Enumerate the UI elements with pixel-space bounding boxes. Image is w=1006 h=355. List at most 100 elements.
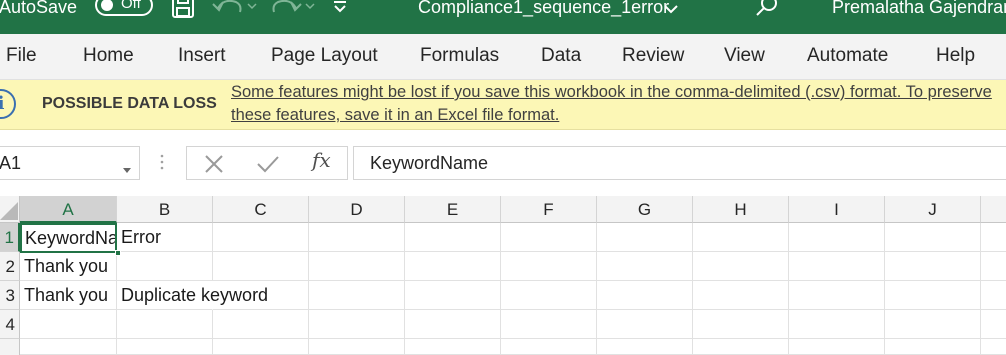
cell-i3[interactable]	[789, 281, 885, 310]
cell-a5[interactable]	[20, 339, 117, 355]
cell-d4[interactable]	[309, 310, 405, 339]
cell-g5[interactable]	[597, 339, 693, 355]
cell-h4[interactable]	[693, 310, 789, 339]
cell-d3[interactable]	[309, 281, 405, 310]
select-all-corner[interactable]	[0, 196, 20, 223]
tab-insert[interactable]: Insert	[178, 45, 226, 67]
cell-b1[interactable]: Error	[117, 223, 213, 252]
cell-h5[interactable]	[693, 339, 789, 355]
tab-data[interactable]: Data	[541, 45, 581, 67]
cell-f1[interactable]	[501, 223, 597, 252]
undo-icon[interactable]	[210, 0, 258, 23]
column-header[interactable]: H	[693, 196, 789, 223]
cell-h2[interactable]	[693, 252, 789, 281]
column-header-partial[interactable]	[981, 196, 1006, 223]
cancel-x-icon[interactable]	[201, 152, 227, 176]
formula-value: KeywordName	[370, 153, 489, 173]
name-box[interactable]: A1	[0, 146, 140, 180]
column-header[interactable]: C	[213, 196, 309, 223]
cell-d2[interactable]	[309, 252, 405, 281]
cell-b2[interactable]	[117, 252, 213, 281]
fill-handle[interactable]	[115, 250, 121, 256]
cell-a2[interactable]: Thank you	[20, 252, 117, 281]
cell-e5[interactable]	[405, 339, 501, 355]
row-header[interactable]: 4	[0, 310, 20, 339]
column-header[interactable]: A	[20, 196, 117, 223]
autosave-toggle[interactable]: Off	[95, 0, 153, 16]
cell-f5[interactable]	[501, 339, 597, 355]
cell-h3[interactable]	[693, 281, 789, 310]
cell-k4[interactable]	[981, 310, 1006, 339]
cell-g4[interactable]	[597, 310, 693, 339]
cell-k2[interactable]	[981, 252, 1006, 281]
cell-a1[interactable]: KeywordName	[20, 223, 117, 253]
redo-icon[interactable]	[268, 0, 316, 23]
cell-k5[interactable]	[981, 339, 1006, 355]
chevron-down-icon[interactable]	[664, 1, 678, 19]
tab-automate[interactable]: Automate	[807, 45, 888, 67]
cell-d5[interactable]	[309, 339, 405, 355]
tab-view[interactable]: View	[724, 45, 765, 67]
tab-page-layout[interactable]: Page Layout	[271, 45, 378, 67]
insert-function-button[interactable]: fx	[312, 148, 331, 172]
cell-i5[interactable]	[789, 339, 885, 355]
cell-j3[interactable]	[885, 281, 981, 310]
cell-c2[interactable]	[213, 252, 309, 281]
tab-help[interactable]: Help	[936, 45, 975, 67]
cell-b5[interactable]	[117, 339, 213, 355]
cell-c1[interactable]	[213, 223, 309, 252]
cell-k1[interactable]	[981, 223, 1006, 252]
user-name[interactable]: Premalatha Gajendran	[832, 0, 1006, 18]
infobar-message-link[interactable]: Some features might be lost if you save …	[231, 81, 1006, 127]
row-header[interactable]: 3	[0, 281, 20, 310]
customize-qat-icon[interactable]	[332, 0, 348, 21]
cell-j4[interactable]	[885, 310, 981, 339]
cell-f4[interactable]	[501, 310, 597, 339]
cell-d1[interactable]	[309, 223, 405, 252]
tab-file[interactable]: File	[6, 45, 37, 67]
cell-g2[interactable]	[597, 252, 693, 281]
tab-formulas[interactable]: Formulas	[420, 45, 499, 67]
row-header[interactable]: 2	[0, 252, 20, 281]
cell-e4[interactable]	[405, 310, 501, 339]
cell-e2[interactable]	[405, 252, 501, 281]
column-header[interactable]: D	[309, 196, 405, 223]
cell-f3[interactable]	[501, 281, 597, 310]
column-header[interactable]: G	[597, 196, 693, 223]
tab-home[interactable]: Home	[83, 45, 134, 67]
cell-i1[interactable]	[789, 223, 885, 252]
formula-input[interactable]: KeywordName	[353, 146, 1006, 180]
cell-i4[interactable]	[789, 310, 885, 339]
cell-c5[interactable]	[213, 339, 309, 355]
cell-a4[interactable]	[20, 310, 117, 339]
tab-review[interactable]: Review	[622, 45, 684, 67]
cell-e1[interactable]	[405, 223, 501, 252]
cell-g1[interactable]	[597, 223, 693, 252]
column-header[interactable]: F	[501, 196, 597, 223]
row-header[interactable]	[0, 339, 20, 355]
cell-b4[interactable]	[117, 310, 213, 339]
cell-j2[interactable]	[885, 252, 981, 281]
enter-check-icon[interactable]	[255, 152, 281, 176]
cell-f2[interactable]	[501, 252, 597, 281]
save-icon[interactable]	[170, 0, 196, 25]
resize-handle[interactable]	[160, 153, 164, 176]
cell-h1[interactable]	[693, 223, 789, 252]
row-header[interactable]: 1	[0, 223, 20, 252]
search-icon[interactable]	[754, 0, 780, 23]
cell-g3[interactable]	[597, 281, 693, 310]
cell-k3[interactable]	[981, 281, 1006, 310]
document-title[interactable]: Compliance1_sequence_1error	[418, 0, 669, 18]
chevron-down-icon[interactable]	[123, 161, 131, 179]
cell-c4[interactable]	[213, 310, 309, 339]
column-header[interactable]: E	[405, 196, 501, 223]
cell-e3[interactable]	[405, 281, 501, 310]
column-header[interactable]: J	[885, 196, 981, 223]
cell-j1[interactable]	[885, 223, 981, 252]
cell-b3[interactable]: Duplicate keyword	[117, 281, 268, 310]
cell-a3[interactable]: Thank you	[20, 281, 117, 310]
cell-i2[interactable]	[789, 252, 885, 281]
cell-j5[interactable]	[885, 339, 981, 355]
column-header[interactable]: I	[789, 196, 885, 223]
column-header[interactable]: B	[117, 196, 213, 223]
